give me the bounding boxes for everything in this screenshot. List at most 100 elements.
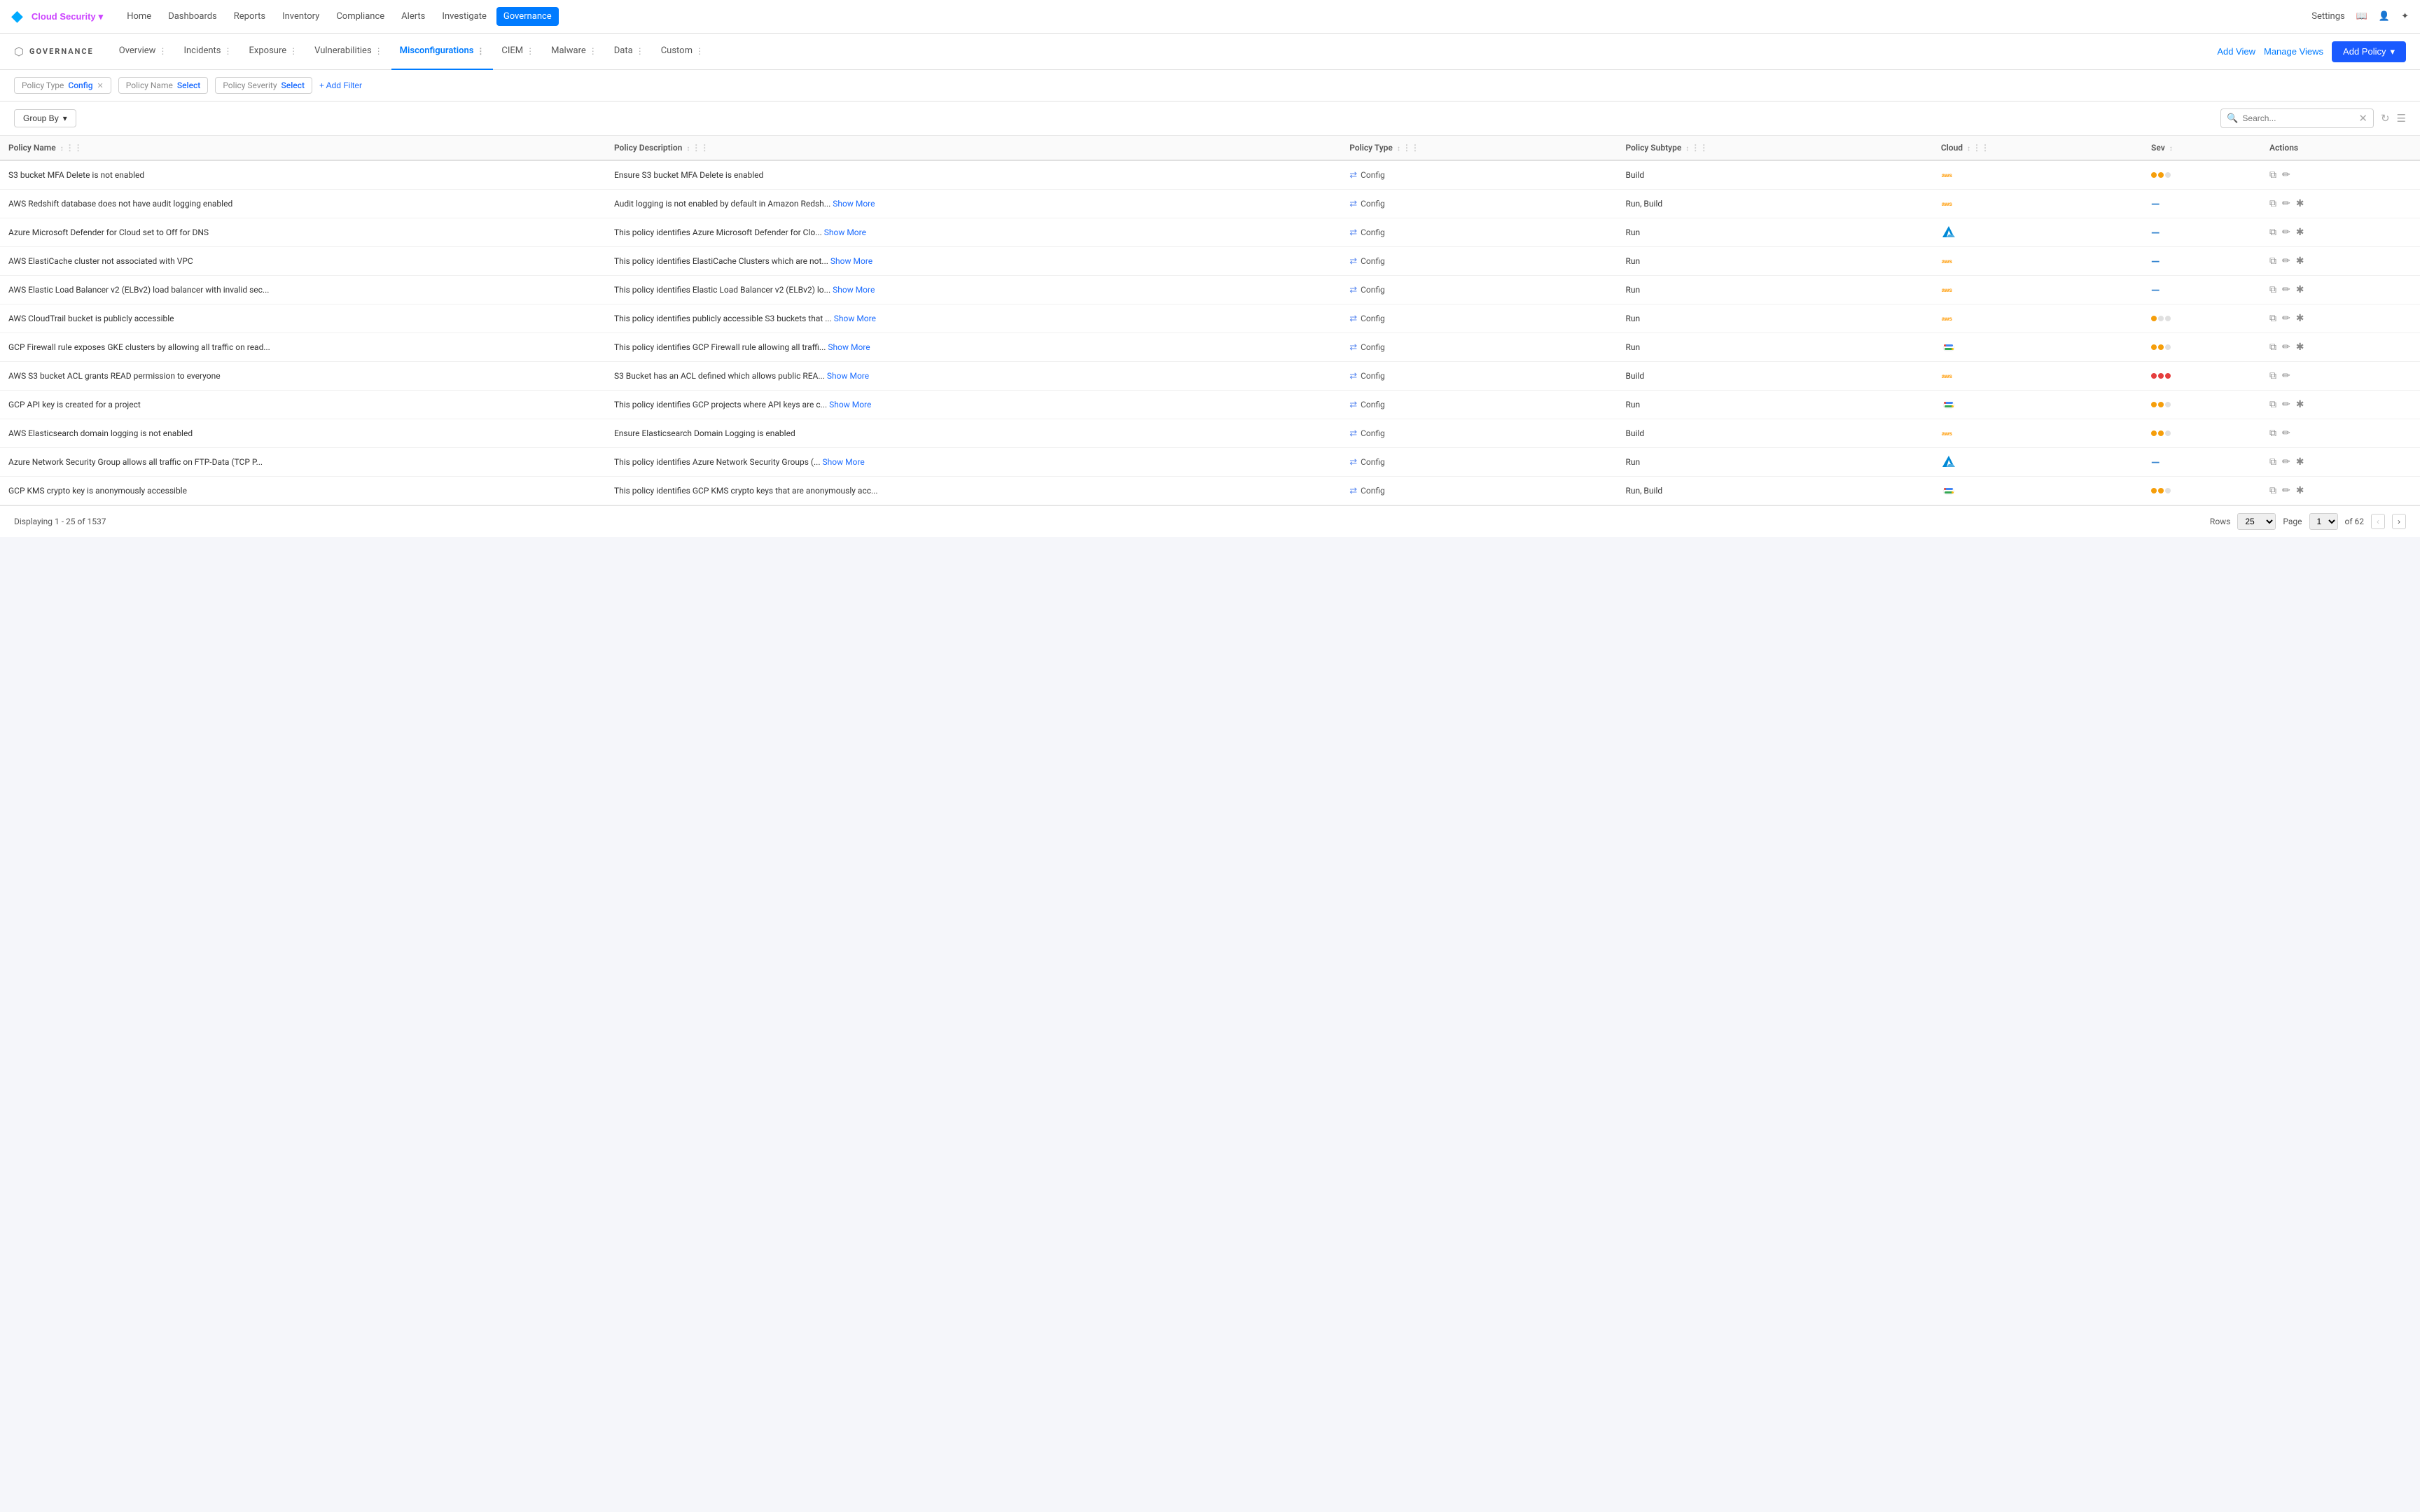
show-more-link[interactable]: Show More [823, 457, 865, 467]
tab-data[interactable]: Data ⋮ [606, 34, 653, 70]
tab-vulnerabilities[interactable]: Vulnerabilities ⋮ [306, 34, 391, 70]
filter-policy-type[interactable]: Policy Type Config ✕ [14, 77, 111, 94]
malware-menu-icon[interactable]: ⋮ [589, 46, 597, 56]
sort-severity[interactable]: ↕ [2169, 145, 2173, 153]
edit-icon[interactable]: ✏ [2282, 198, 2290, 209]
show-more-link[interactable]: Show More [829, 400, 871, 410]
nav-compliance[interactable]: Compliance [329, 7, 391, 26]
sort-policy-description[interactable]: ↕ [686, 145, 690, 153]
show-more-link[interactable]: Show More [834, 314, 876, 323]
settings-link[interactable]: Settings [2311, 11, 2344, 22]
filter-policy-type-close[interactable]: ✕ [97, 81, 104, 90]
show-more-link[interactable]: Show More [828, 342, 870, 352]
share-icon[interactable]: ✱ [2296, 399, 2304, 410]
vulnerabilities-menu-icon[interactable]: ⋮ [375, 46, 383, 56]
share-icon[interactable]: ✱ [2296, 198, 2304, 209]
edit-icon[interactable]: ✏ [2282, 313, 2290, 324]
show-more-link[interactable]: Show More [827, 371, 869, 381]
copy-icon[interactable]: ⧉ [2269, 284, 2276, 295]
copy-icon[interactable]: ⧉ [2269, 456, 2276, 468]
show-more-link[interactable]: Show More [824, 227, 866, 237]
copy-icon[interactable]: ⧉ [2269, 255, 2276, 267]
user-avatar[interactable]: 👤 [2379, 11, 2390, 22]
edit-icon[interactable]: ✏ [2282, 456, 2290, 468]
page-select[interactable]: 1 [2309, 513, 2338, 530]
copy-icon[interactable]: ⧉ [2269, 428, 2276, 439]
sort-cloud[interactable]: ↕ [1967, 145, 1970, 153]
sort-policy-name[interactable]: ↕ [60, 145, 64, 153]
drag-policy-subtype[interactable]: ⋮⋮ [1691, 143, 1708, 153]
copy-icon[interactable]: ⧉ [2269, 169, 2276, 181]
edit-icon[interactable]: ✏ [2282, 342, 2290, 353]
show-more-link[interactable]: Show More [833, 285, 875, 295]
col-policy-type[interactable]: Policy Type ↕ ⋮⋮ [1341, 136, 1617, 160]
assistant-icon[interactable]: ✦ [2401, 11, 2409, 22]
share-icon[interactable]: ✱ [2296, 485, 2304, 496]
sort-policy-subtype[interactable]: ↕ [1685, 145, 1689, 153]
tab-overview[interactable]: Overview ⋮ [111, 34, 176, 70]
prev-page-button[interactable]: ‹ [2371, 514, 2385, 529]
col-policy-name[interactable]: Policy Name ↕ ⋮⋮ [0, 136, 606, 160]
edit-icon[interactable]: ✏ [2282, 284, 2290, 295]
share-icon[interactable]: ✱ [2296, 255, 2304, 267]
copy-icon[interactable]: ⧉ [2269, 313, 2276, 324]
nav-home[interactable]: Home [120, 7, 158, 26]
drag-policy-name[interactable]: ⋮⋮ [66, 143, 83, 153]
nav-dashboards[interactable]: Dashboards [161, 7, 224, 26]
col-policy-subtype[interactable]: Policy Subtype ↕ ⋮⋮ [1617, 136, 1932, 160]
tab-malware[interactable]: Malware ⋮ [543, 34, 606, 70]
nav-reports[interactable]: Reports [227, 7, 272, 26]
col-policy-description[interactable]: Policy Description ↕ ⋮⋮ [606, 136, 1341, 160]
copy-icon[interactable]: ⧉ [2269, 227, 2276, 238]
tab-custom[interactable]: Custom ⋮ [653, 34, 712, 70]
nav-investigate[interactable]: Investigate [435, 7, 493, 26]
incidents-menu-icon[interactable]: ⋮ [224, 46, 232, 56]
tab-incidents[interactable]: Incidents ⋮ [175, 34, 240, 70]
add-view-button[interactable]: Add View [2217, 46, 2255, 57]
ciem-menu-icon[interactable]: ⋮ [526, 46, 534, 56]
drag-policy-description[interactable]: ⋮⋮ [692, 143, 709, 153]
copy-icon[interactable]: ⧉ [2269, 370, 2276, 382]
share-icon[interactable]: ✱ [2296, 227, 2304, 238]
edit-icon[interactable]: ✏ [2282, 399, 2290, 410]
copy-icon[interactable]: ⧉ [2269, 198, 2276, 209]
group-by-button[interactable]: Group By ▾ [14, 109, 76, 127]
share-icon[interactable]: ✱ [2296, 284, 2304, 295]
drag-policy-type[interactable]: ⋮⋮ [1403, 143, 1419, 153]
data-menu-icon[interactable]: ⋮ [636, 46, 644, 56]
edit-icon[interactable]: ✏ [2282, 227, 2290, 238]
share-icon[interactable]: ✱ [2296, 456, 2304, 468]
nav-inventory[interactable]: Inventory [275, 7, 326, 26]
add-filter-button[interactable]: + Add Filter [319, 80, 362, 90]
share-icon[interactable]: ✱ [2296, 342, 2304, 353]
add-policy-button[interactable]: Add Policy ▾ [2332, 41, 2406, 62]
manage-views-button[interactable]: Manage Views [2264, 46, 2323, 57]
misconfigurations-menu-icon[interactable]: ⋮ [476, 46, 485, 56]
edit-icon[interactable]: ✏ [2282, 169, 2290, 181]
edit-icon[interactable]: ✏ [2282, 255, 2290, 267]
drag-cloud[interactable]: ⋮⋮ [1973, 143, 1989, 153]
app-selector[interactable]: Cloud Security ▾ [32, 11, 103, 22]
edit-icon[interactable]: ✏ [2282, 370, 2290, 382]
filter-policy-severity[interactable]: Policy Severity Select [215, 77, 312, 94]
copy-icon[interactable]: ⧉ [2269, 399, 2276, 410]
edit-icon[interactable]: ✏ [2282, 428, 2290, 439]
col-severity[interactable]: Sev ↕ [2143, 136, 2261, 160]
search-input[interactable] [2242, 113, 2354, 123]
copy-icon[interactable]: ⧉ [2269, 485, 2276, 496]
custom-menu-icon[interactable]: ⋮ [695, 46, 704, 56]
next-page-button[interactable]: › [2392, 514, 2406, 529]
search-clear-button[interactable]: ✕ [2358, 112, 2367, 125]
col-cloud[interactable]: Cloud ↕ ⋮⋮ [1933, 136, 2143, 160]
docs-icon[interactable]: 📖 [2356, 11, 2367, 22]
nav-governance[interactable]: Governance [496, 7, 559, 26]
tab-misconfigurations[interactable]: Misconfigurations ⋮ [391, 34, 494, 70]
filter-policy-name[interactable]: Policy Name Select [118, 77, 209, 94]
sort-policy-type[interactable]: ↕ [1397, 145, 1400, 153]
refresh-button[interactable]: ↻ [2381, 112, 2390, 125]
show-more-link[interactable]: Show More [830, 256, 872, 266]
show-more-link[interactable]: Show More [833, 199, 875, 209]
overview-menu-icon[interactable]: ⋮ [158, 46, 167, 56]
exposure-menu-icon[interactable]: ⋮ [289, 46, 298, 56]
edit-icon[interactable]: ✏ [2282, 485, 2290, 496]
